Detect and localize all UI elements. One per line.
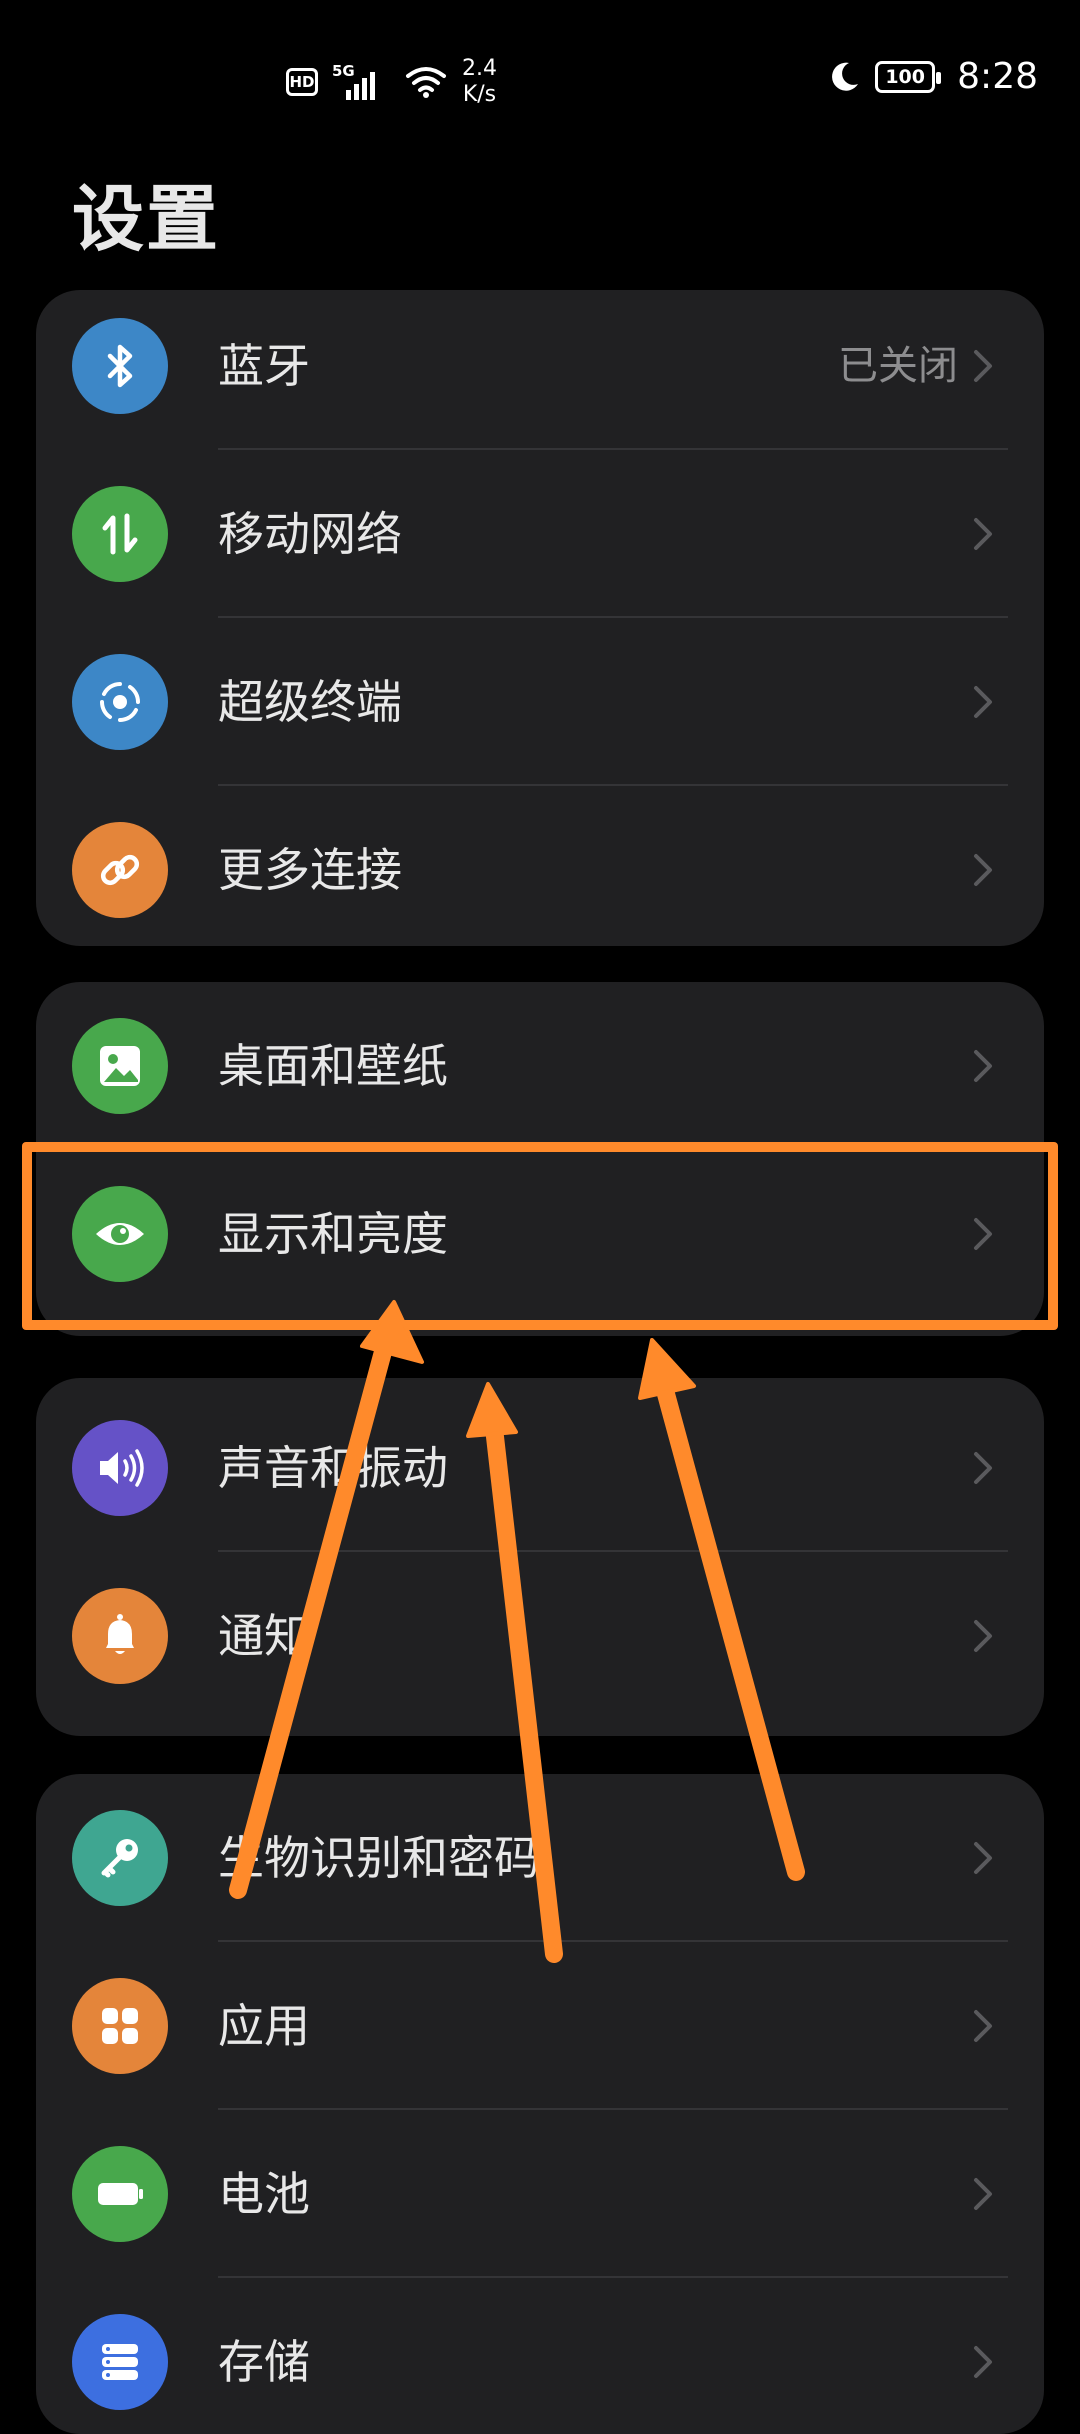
settings-item-biometrics-password[interactable]: 生物识别和密码 — [36, 1774, 1044, 1942]
speaker-icon — [72, 1420, 168, 1516]
bluetooth-icon — [72, 318, 168, 414]
status-left: HD 5G 2.4 K/s — [286, 56, 497, 108]
settings-item-label: 存储 — [218, 2335, 310, 2389]
clock: 8:28 — [957, 56, 1038, 97]
storage-icon — [72, 2314, 168, 2410]
bell-icon — [72, 1588, 168, 1684]
net-speed: 2.4 K/s — [462, 56, 497, 108]
moon-icon — [832, 62, 859, 91]
status-bar: HD 5G 2.4 K/s 100 8:28 — [0, 0, 1080, 160]
wallpaper-icon — [72, 1018, 168, 1114]
settings-item-label: 桌面和壁纸 — [218, 1039, 448, 1093]
battery-icon — [72, 2146, 168, 2242]
settings-item-label: 蓝牙 — [218, 339, 310, 393]
chevron-right-icon — [974, 1842, 992, 1874]
settings-group-connectivity: 蓝牙 已关闭 移动网络 超级终端 更多连接 — [36, 290, 1044, 946]
link-icon — [72, 822, 168, 918]
chevron-right-icon — [974, 2178, 992, 2210]
settings-item-label: 通知 — [218, 1609, 310, 1663]
chevron-right-icon — [974, 2010, 992, 2042]
chevron-right-icon — [974, 1050, 992, 1082]
settings-item-label: 移动网络 — [218, 507, 402, 561]
key-icon — [72, 1810, 168, 1906]
settings-item-super-device[interactable]: 超级终端 — [36, 618, 1044, 786]
settings-item-storage[interactable]: 存储 — [36, 2278, 1044, 2434]
battery-indicator: 100 — [875, 60, 942, 93]
chevron-right-icon — [974, 518, 992, 550]
net-speed-value: 2.4 — [462, 56, 497, 81]
settings-item-sound-vibration[interactable]: 声音和振动 — [36, 1384, 1044, 1552]
settings-item-bluetooth[interactable]: 蓝牙 已关闭 — [36, 290, 1044, 450]
super-device-icon — [72, 654, 168, 750]
net-speed-unit: K/s — [462, 82, 497, 107]
settings-item-battery[interactable]: 电池 — [36, 2110, 1044, 2278]
chevron-right-icon — [974, 1452, 992, 1484]
chevron-right-icon — [974, 1620, 992, 1652]
settings-item-mobile-network[interactable]: 移动网络 — [36, 450, 1044, 618]
chevron-right-icon — [974, 2346, 992, 2378]
chevron-right-icon — [974, 854, 992, 886]
mobile-data-icon — [72, 486, 168, 582]
status-right: 100 8:28 — [827, 56, 1038, 97]
settings-item-label: 超级终端 — [218, 675, 402, 729]
cellular-signal-icon: 5G — [332, 62, 390, 102]
hd-badge: HD — [286, 68, 318, 96]
settings-group-sound-notifications: 声音和振动 通知 — [36, 1378, 1044, 1736]
chevron-right-icon — [974, 686, 992, 718]
settings-item-label: 更多连接 — [218, 843, 402, 897]
settings-item-wallpaper[interactable]: 桌面和壁纸 — [36, 982, 1044, 1150]
settings-item-apps[interactable]: 应用 — [36, 1942, 1044, 2110]
settings-group-system: 生物识别和密码 应用 电池 存储 — [36, 1774, 1044, 2434]
highlight-box — [22, 1142, 1058, 1330]
settings-item-notifications[interactable]: 通知 — [36, 1552, 1044, 1720]
settings-item-more-connections[interactable]: 更多连接 — [36, 786, 1044, 946]
settings-item-label: 声音和振动 — [218, 1441, 448, 1495]
bluetooth-status: 已关闭 — [838, 343, 958, 389]
wifi-icon — [406, 67, 446, 98]
apps-icon — [72, 1978, 168, 2074]
settings-item-label: 生物识别和密码 — [218, 1831, 540, 1885]
settings-item-label: 应用 — [218, 1999, 310, 2053]
page-title: 设置 — [72, 177, 221, 261]
settings-item-label: 电池 — [218, 2167, 310, 2221]
chevron-right-icon — [974, 350, 992, 382]
